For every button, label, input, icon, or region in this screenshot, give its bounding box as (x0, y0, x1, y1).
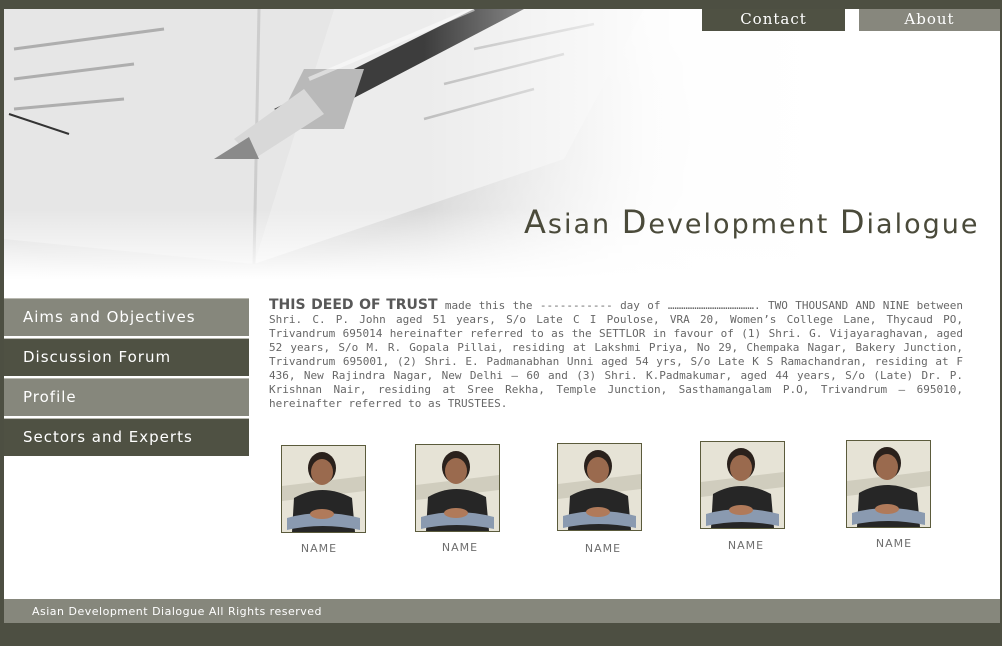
person-photo-icon (282, 446, 365, 532)
sidebar-item-sectors-and-experts[interactable]: Sectors and Experts (4, 418, 249, 456)
sidebar-menu: Aims and Objectives Discussion Forum Pro… (4, 298, 249, 458)
nav-contact-button[interactable]: Contact (702, 9, 845, 31)
sidebar-item-aims-and-objectives[interactable]: Aims and Objectives (4, 298, 249, 336)
person-photo-icon (701, 442, 784, 528)
nav-about-button[interactable]: About (859, 9, 1000, 31)
site-title: Asian Development Dialogue (524, 203, 980, 241)
deed-heading: THIS DEED OF TRUST (269, 297, 438, 313)
deed-of-trust-text: THIS DEED OF TRUST made this the -------… (269, 298, 963, 411)
footer-copyright: Asian Development Dialogue All Rights re… (32, 605, 322, 618)
footer-bar: Asian Development Dialogue All Rights re… (4, 599, 1000, 623)
sidebar-item-profile[interactable]: Profile (4, 378, 249, 416)
person-photo-icon (558, 444, 641, 530)
member-name-4: NAME (727, 539, 765, 552)
member-photo-1[interactable] (281, 445, 366, 533)
person-photo-icon (416, 445, 499, 531)
member-name-1: NAME (300, 542, 338, 555)
member-name-5: NAME (875, 537, 913, 550)
member-name-3: NAME (584, 542, 622, 555)
member-photo-2[interactable] (415, 444, 500, 532)
header-banner: Asian Development Dialogue (4, 9, 1000, 292)
person-photo-icon (847, 441, 930, 527)
sidebar-item-discussion-forum[interactable]: Discussion Forum (4, 338, 249, 376)
member-photo-5[interactable] (846, 440, 931, 528)
deed-body: made this the ----------- day of …………………… (269, 299, 963, 410)
page-frame: Asian Development Dialogue Contact About… (4, 9, 1000, 599)
member-photo-3[interactable] (557, 443, 642, 531)
member-name-2: NAME (441, 541, 479, 554)
member-photo-4[interactable] (700, 441, 785, 529)
